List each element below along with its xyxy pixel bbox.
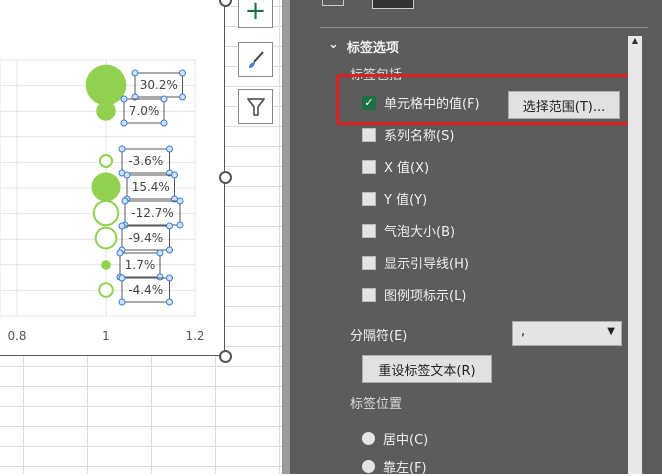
label-handle[interactable]	[123, 171, 131, 179]
label-handle[interactable]	[166, 222, 173, 230]
bubble[interactable]	[85, 64, 127, 106]
chart-filters-button[interactable]	[238, 89, 273, 124]
position-label: 标签位置	[350, 397, 403, 412]
label-handle[interactable]	[179, 93, 186, 101]
scrollbar[interactable]: ▲	[628, 36, 642, 474]
bubble[interactable]	[94, 226, 118, 250]
data-label: 7.0%	[129, 104, 160, 118]
checkbox-icon	[362, 127, 376, 142]
checkbox-label: X 值(X)	[384, 161, 430, 176]
bubble[interactable]	[101, 260, 111, 270]
bubble[interactable]	[91, 172, 121, 202]
label-handle[interactable]	[166, 145, 173, 153]
checkbox-label: 系列名称(S)	[384, 129, 455, 144]
section-header[interactable]: ⌄ 标签选项	[328, 37, 399, 56]
checkbox-icon	[362, 287, 376, 302]
data-label: -3.6%	[128, 154, 163, 168]
checkbox-option[interactable]: Y 值(Y)	[362, 189, 427, 208]
checkbox-icon: ✓	[362, 95, 376, 110]
checkbox-label: 单元格中的值(F)	[384, 97, 480, 112]
bubble[interactable]	[92, 199, 120, 227]
scroll-up-icon: ▲	[631, 36, 639, 45]
checkbox-icon	[362, 255, 376, 270]
checkbox-option[interactable]: 系列名称(S)	[362, 125, 454, 144]
section-title: 标签选项	[346, 41, 399, 56]
label-handle[interactable]	[116, 249, 124, 257]
resize-handle[interactable]	[219, 171, 232, 184]
plus-icon: +	[244, 0, 267, 26]
bubble[interactable]	[98, 282, 114, 298]
group-label: 标签包括	[350, 68, 403, 83]
label-handle[interactable]	[120, 119, 128, 127]
data-label: -9.4%	[128, 231, 163, 245]
checkbox-icon	[362, 159, 376, 174]
radio-left[interactable]: 靠左(F)	[362, 457, 427, 476]
x-tick-label: 1.2	[185, 329, 204, 343]
chart-area[interactable]: 0.8 1 1.2 30.2% 7.0% -3.6% 15.4% -12.7% -9.4% 1.7…	[0, 0, 225, 356]
label-handle[interactable]	[118, 298, 126, 306]
separator-label: 分隔符(E)	[350, 329, 408, 344]
checkbox-label: 气泡大小(B)	[384, 225, 456, 240]
data-label: 15.4%	[132, 180, 170, 194]
data-label: -12.7%	[131, 206, 173, 220]
radio-label: 靠左(F)	[383, 461, 427, 476]
checkbox-label: Y 值(Y)	[384, 193, 428, 208]
chart-elements-button[interactable]: +	[238, 0, 273, 28]
radio-center[interactable]: 居中(C)	[362, 429, 428, 448]
divider	[320, 27, 648, 28]
panel-splitter[interactable]	[282, 0, 290, 474]
label-handle[interactable]	[156, 273, 164, 281]
filter-icon	[246, 97, 265, 116]
select-range-button[interactable]: 选择范围(T)...	[508, 91, 620, 119]
label-handle[interactable]	[176, 221, 184, 229]
label-handle[interactable]	[120, 95, 128, 103]
checkbox-icon	[362, 223, 376, 238]
label-handle[interactable]	[166, 246, 173, 254]
label-handle[interactable]	[160, 95, 168, 103]
data-label: 1.7%	[125, 258, 156, 272]
radio-label: 居中(C)	[383, 433, 429, 448]
bubble[interactable]	[98, 153, 114, 169]
chevron-down-icon: ⌄	[328, 37, 339, 52]
checkbox-label: 图例项标示(L)	[384, 289, 467, 304]
data-label: -4.4%	[128, 283, 163, 297]
chart-styles-button[interactable]	[238, 42, 273, 77]
reset-label-text-button[interactable]: 重设标签文本(R)	[362, 355, 492, 383]
label-handle[interactable]	[176, 197, 184, 205]
label-handle[interactable]	[118, 274, 126, 282]
label-options-tab[interactable]	[372, 0, 414, 9]
checkbox-option[interactable]: 显示引导线(H)	[362, 253, 469, 272]
separator-value: ,	[521, 324, 526, 339]
checkbox-option[interactable]: ✓ 单元格中的值(F)	[362, 93, 480, 112]
checkbox-icon	[362, 191, 376, 206]
radio-icon	[362, 432, 375, 445]
label-handle[interactable]	[121, 197, 129, 205]
label-handle[interactable]	[166, 274, 173, 282]
radio-icon	[362, 460, 375, 473]
label-handle[interactable]	[160, 119, 168, 127]
bubble-chart[interactable]: 0.8 1 1.2 30.2% 7.0% -3.6% 15.4% -12.7% -9.4% 1.7…	[0, 0, 225, 356]
label-handle[interactable]	[179, 69, 186, 77]
label-handle[interactable]	[118, 222, 126, 230]
x-tick-label: 1	[102, 329, 110, 343]
size-properties-tab[interactable]	[322, 0, 344, 6]
checkbox-option[interactable]: X 值(X)	[362, 157, 429, 176]
checkbox-option[interactable]: 气泡大小(B)	[362, 221, 455, 240]
checkbox-option[interactable]: 图例项标示(L)	[362, 285, 466, 304]
label-handle[interactable]	[171, 171, 178, 179]
dropdown-arrow-icon: ▼	[607, 326, 615, 337]
bubble[interactable]	[96, 101, 116, 121]
label-handle[interactable]	[131, 69, 139, 77]
label-handle[interactable]	[156, 249, 164, 257]
format-data-labels-pane: ⌄ 标签选项 标签包括 ✓ 单元格中的值(F) 系列名称(S) X 值(X) Y 值(Y…	[290, 0, 662, 476]
data-label: 30.2%	[140, 78, 178, 92]
x-tick-label: 0.8	[7, 329, 26, 343]
resize-handle[interactable]	[219, 350, 232, 363]
label-handle[interactable]	[118, 145, 126, 153]
brush-icon	[248, 50, 264, 68]
separator-select[interactable]: , ▼	[512, 321, 622, 346]
label-handle[interactable]	[166, 298, 173, 306]
checkbox-label: 显示引导线(H)	[384, 257, 469, 272]
